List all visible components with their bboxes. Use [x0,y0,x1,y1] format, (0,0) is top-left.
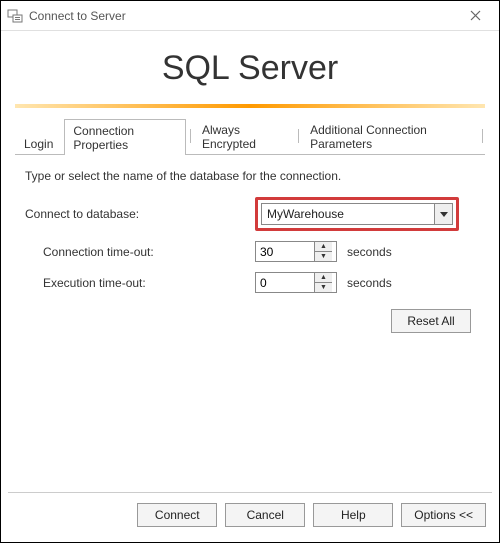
cancel-button[interactable]: Cancel [225,503,305,527]
spinner-up-button[interactable]: ▲ [315,273,332,283]
spinner-down-button[interactable]: ▼ [315,252,332,261]
tab-separator [190,129,191,143]
seconds-unit: seconds [347,276,392,290]
reset-all-button[interactable]: Reset All [391,309,471,333]
connect-button[interactable]: Connect [137,503,217,527]
connection-properties-panel: Type or select the name of the database … [1,155,499,465]
options-button[interactable]: Options << [401,503,486,527]
accent-bar [15,104,485,108]
tab-separator [298,129,299,143]
connection-timeout-label: Connection time-out: [25,245,255,259]
server-icon [7,8,23,24]
window-title: Connect to Server [29,9,126,23]
tab-additional-parameters[interactable]: Additional Connection Parameters [301,118,478,154]
connection-timeout-spinner[interactable]: ▲ ▼ [255,241,337,262]
dialog-header: SQL Server [1,31,499,98]
chevron-down-icon [440,212,448,217]
seconds-unit: seconds [347,245,392,259]
tab-always-encrypted[interactable]: Always Encrypted [193,118,294,154]
close-button[interactable] [457,3,493,29]
tab-login[interactable]: Login [15,132,62,154]
tabstrip: Login Connection Properties Always Encry… [15,118,485,155]
spinner-up-button[interactable]: ▲ [315,242,332,252]
spinner-down-button[interactable]: ▼ [315,283,332,292]
database-row: Connect to database: MyWarehouse [25,197,475,231]
connection-timeout-row: Connection time-out: ▲ ▼ seconds [25,241,475,262]
tab-connection-properties[interactable]: Connection Properties [64,119,186,155]
execution-timeout-row: Execution time-out: ▲ ▼ seconds [25,272,475,293]
connection-timeout-input[interactable] [256,242,314,261]
tab-separator [482,129,483,143]
execution-timeout-spinner[interactable]: ▲ ▼ [255,272,337,293]
database-label: Connect to database: [25,207,255,221]
execution-timeout-input[interactable] [256,273,314,292]
help-button[interactable]: Help [313,503,393,527]
database-highlight-box: MyWarehouse [255,197,459,231]
database-dropdown-button[interactable] [434,204,452,224]
product-title: SQL Server [1,49,499,88]
database-value: MyWarehouse [262,207,434,221]
database-combobox[interactable]: MyWarehouse [261,203,453,225]
close-icon [470,10,481,21]
execution-timeout-label: Execution time-out: [25,276,255,290]
dialog-footer: Connect Cancel Help Options << [8,492,492,537]
titlebar: Connect to Server [1,1,499,31]
instruction-text: Type or select the name of the database … [25,169,475,183]
